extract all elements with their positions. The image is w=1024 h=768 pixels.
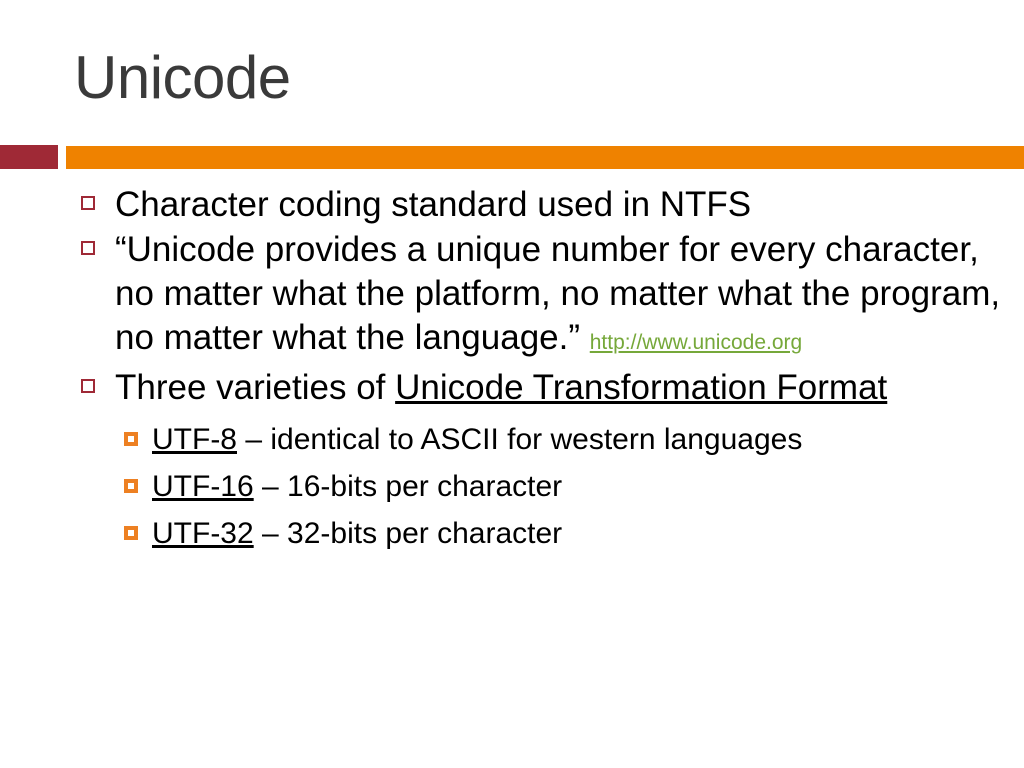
list-item: Character coding standard used in NTFS (0, 183, 1024, 227)
slide-body: Character coding standard used in NTFS “… (0, 183, 1024, 557)
sublist-item-description: – 32-bits per character (253, 517, 563, 550)
accent-bar-left (0, 145, 58, 169)
list-item: Three varieties of Unicode Transformatio… (0, 366, 1024, 410)
sublist-item-description: – identical to ASCII for western languag… (237, 423, 803, 456)
divider-bar (66, 146, 1024, 169)
orange-square-marker (124, 526, 138, 540)
sublist-item-description: – 16-bits per character (253, 470, 563, 503)
list-item-emphasis: Unicode Transformation Format (395, 368, 888, 407)
orange-square-marker (124, 432, 138, 446)
sublist-item-term: UTF-16 (152, 470, 254, 503)
orange-square-marker (124, 479, 138, 493)
list-item-label: “Unicode provides a unique number for ev… (115, 230, 1001, 357)
list-item-label: Character coding standard used in NTFS (115, 185, 752, 224)
sublist-item-term: UTF-8 (152, 423, 237, 456)
list-item: UTF-32 – 32-bits per character (0, 510, 1024, 557)
page-title: Unicode (74, 44, 291, 111)
hollow-square-marker (81, 241, 95, 255)
list-item: UTF-8 – identical to ASCII for western l… (0, 416, 1024, 463)
list-item: “Unicode provides a unique number for ev… (0, 228, 1024, 365)
hollow-square-marker (81, 196, 95, 210)
unicode-org-link[interactable]: http://www.unicode.org (590, 331, 802, 354)
sublist-item-term: UTF-32 (152, 517, 254, 550)
hollow-square-marker (81, 379, 95, 393)
list-item: UTF-16 – 16-bits per character (0, 463, 1024, 510)
list-item-label: Three varieties of (115, 368, 396, 407)
